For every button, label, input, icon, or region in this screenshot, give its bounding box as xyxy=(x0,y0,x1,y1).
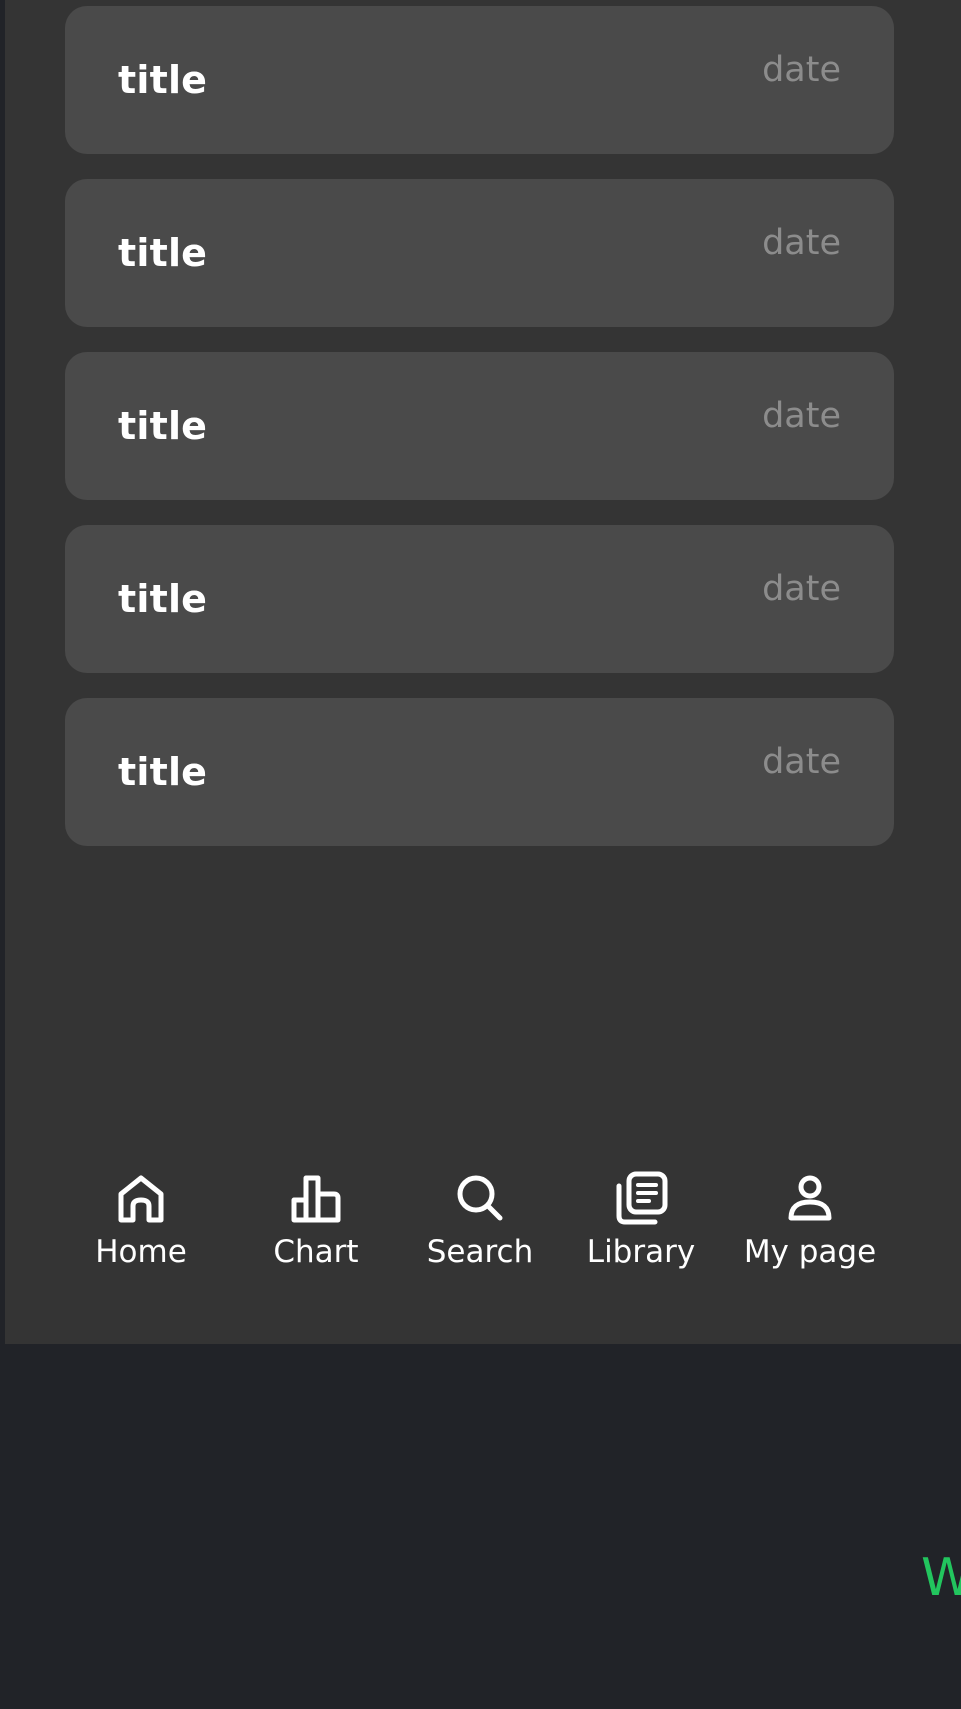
search-icon xyxy=(457,1175,503,1221)
item-date: date xyxy=(762,569,841,609)
item-title: title xyxy=(118,577,208,621)
tab-label: Library xyxy=(586,1234,696,1270)
item-title: title xyxy=(118,404,208,448)
list-item[interactable]: title date xyxy=(65,698,894,846)
tab-library[interactable]: Library xyxy=(561,1170,721,1270)
list-item[interactable]: title date xyxy=(65,179,894,327)
app-panel: title date title date title date title d… xyxy=(5,0,961,1344)
tab-label: Home xyxy=(95,1234,187,1270)
item-date: date xyxy=(762,50,841,90)
library-icon xyxy=(616,1171,668,1225)
list-item[interactable]: title date xyxy=(65,6,894,154)
tab-label: Chart xyxy=(273,1234,359,1270)
item-date: date xyxy=(762,742,841,782)
tab-home[interactable]: Home xyxy=(61,1170,221,1270)
item-title: title xyxy=(118,58,208,102)
list-item[interactable]: title date xyxy=(65,525,894,673)
list-item[interactable]: title date xyxy=(65,352,894,500)
item-title: title xyxy=(118,231,208,275)
item-date: date xyxy=(762,396,841,436)
tab-search[interactable]: Search xyxy=(400,1170,560,1270)
tab-label: My page xyxy=(743,1234,877,1270)
user-icon xyxy=(788,1175,832,1221)
home-icon xyxy=(118,1175,164,1223)
clipped-green-text: W xyxy=(921,1548,961,1608)
tab-label: Search xyxy=(426,1234,534,1270)
item-date: date xyxy=(762,223,841,263)
item-list: title date title date title date title d… xyxy=(65,6,894,871)
item-title: title xyxy=(118,750,208,794)
tab-my-page[interactable]: My page xyxy=(730,1170,890,1270)
chart-icon xyxy=(291,1175,341,1223)
bottom-tab-bar: Home Chart Search Library My page xyxy=(5,1170,961,1290)
tab-chart[interactable]: Chart xyxy=(236,1170,396,1270)
